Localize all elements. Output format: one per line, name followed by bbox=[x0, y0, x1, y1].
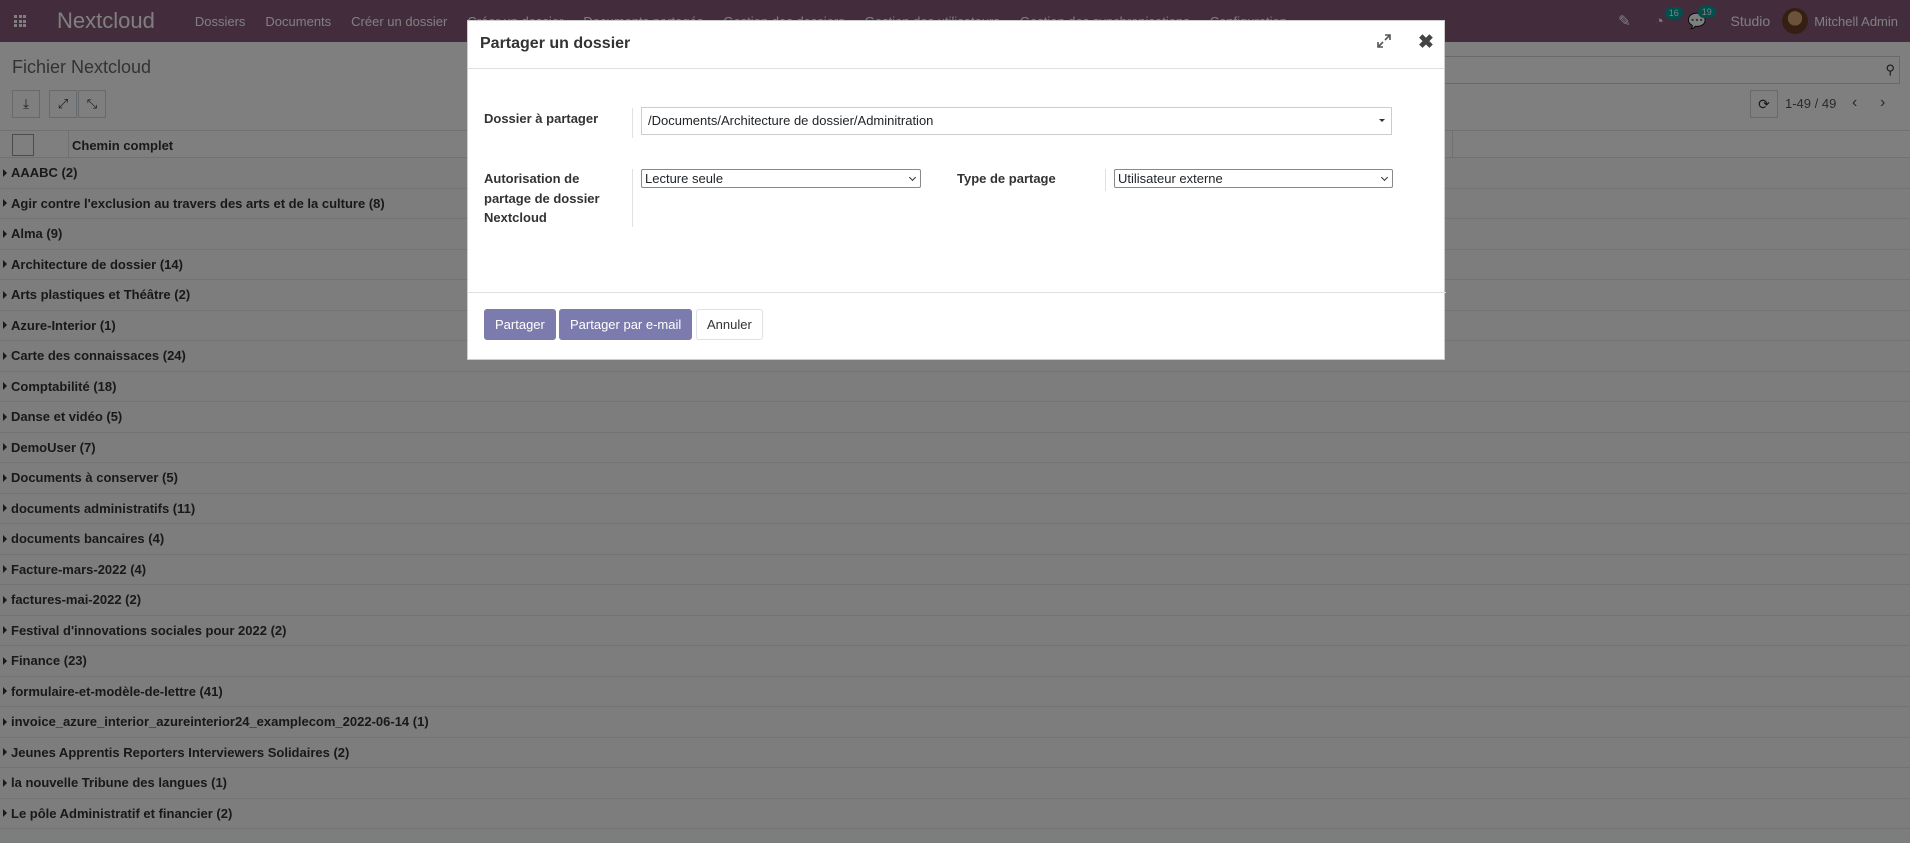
share-type-select-value: Utilisateur externe bbox=[1118, 171, 1223, 186]
folder-label: Dossier à partager bbox=[484, 111, 599, 126]
folder-path-value: /Documents/Architecture de dossier/Admin… bbox=[648, 113, 934, 128]
dialog-header: Partager un dossier ✖ bbox=[468, 21, 1444, 69]
share-folder-dialog: Partager un dossier ✖ Dossier à partager… bbox=[467, 20, 1446, 360]
share-type-label-text: Type de partage bbox=[957, 171, 1056, 186]
dialog-footer: Partager Partager par e-mail Annuler bbox=[468, 292, 1446, 360]
cancel-button[interactable]: Annuler bbox=[696, 309, 763, 340]
permission-select[interactable]: Lecture seule bbox=[641, 169, 921, 188]
close-icon[interactable]: ✖ bbox=[1418, 31, 1434, 54]
folder-path-input[interactable]: /Documents/Architecture de dossier/Admin… bbox=[641, 107, 1392, 135]
maximize-icon[interactable] bbox=[1376, 33, 1392, 52]
dialog-body: Dossier à partager /Documents/Architectu… bbox=[468, 69, 1446, 292]
permission-select-value: Lecture seule bbox=[645, 171, 724, 186]
chevron-down-icon bbox=[1380, 173, 1389, 182]
share-type-select[interactable]: Utilisateur externe bbox=[1114, 169, 1393, 188]
dropdown-caret-icon[interactable] bbox=[1379, 119, 1385, 122]
share-by-email-button[interactable]: Partager par e-mail bbox=[559, 309, 693, 340]
dialog-title: Partager un dossier bbox=[480, 35, 631, 52]
permission-label: Autorisation de partage de dossier Nextc… bbox=[484, 171, 600, 225]
chevron-down-icon bbox=[908, 173, 917, 182]
share-button[interactable]: Partager bbox=[484, 309, 556, 340]
